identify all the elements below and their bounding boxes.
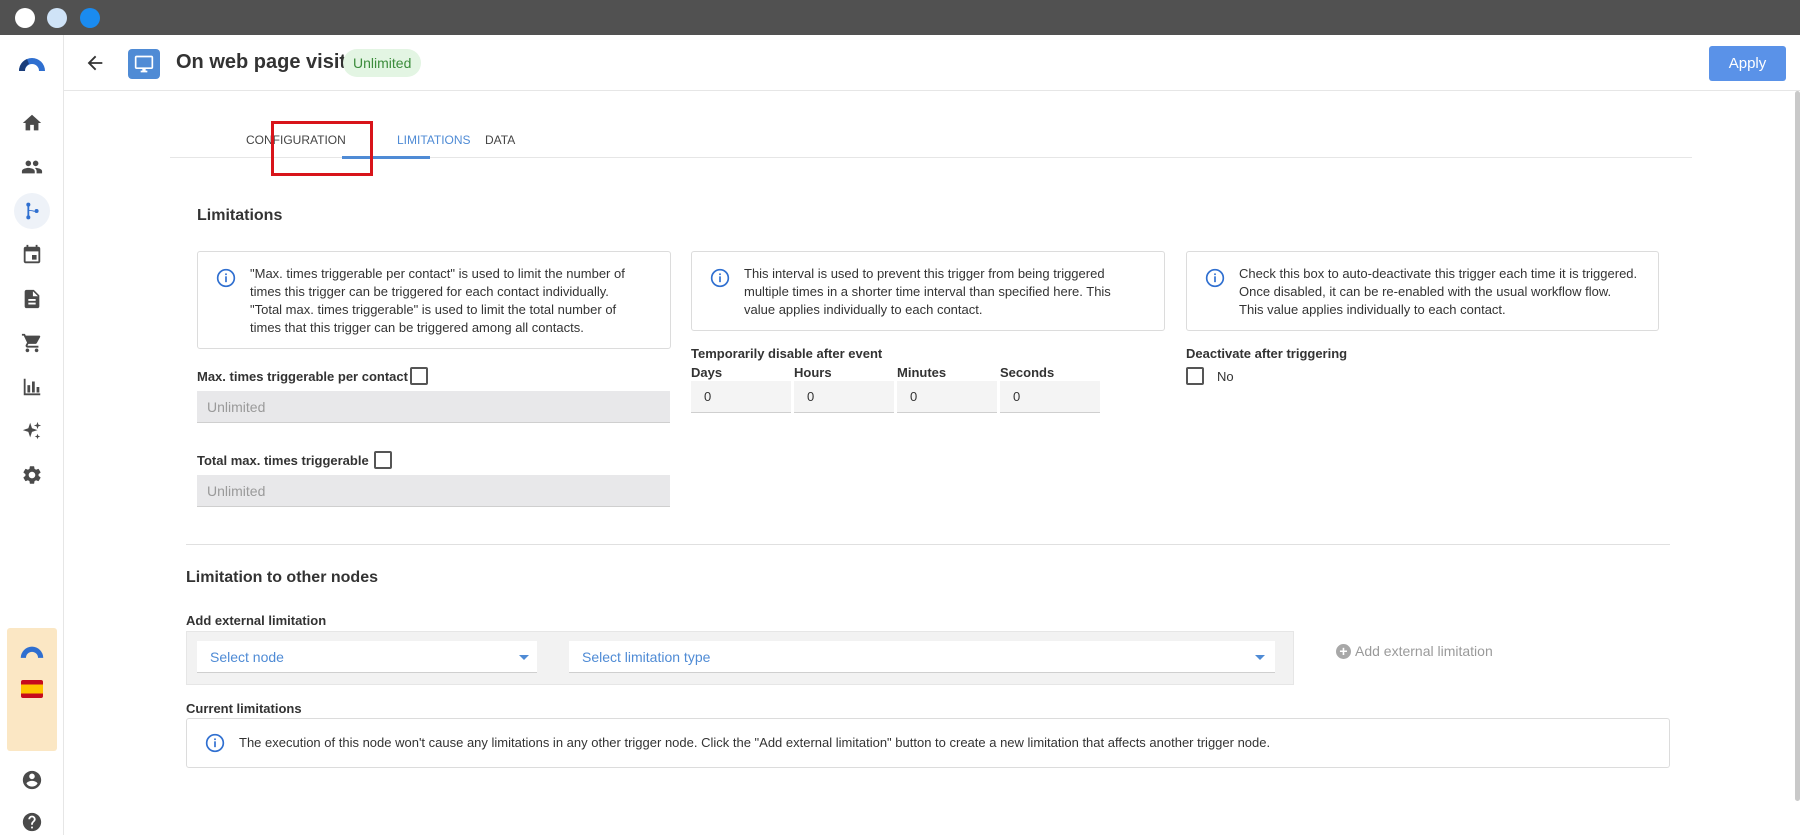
other-nodes-title: Limitation to other nodes [186,569,378,586]
sidebar-item-ai[interactable] [14,413,50,449]
max-per-contact-label: Max. times triggerable per contact [197,369,408,384]
add-external-limitation-label: Add external limitation [1355,643,1493,659]
node-type-badge [128,49,160,79]
info-icon [1205,268,1225,288]
contacts-icon [21,160,43,174]
section-divider [186,544,1670,545]
total-max-checkbox[interactable] [374,451,392,469]
minutes-label: Minutes [897,365,947,380]
info-text-max-times: "Max. times triggerable per contact" is … [250,266,625,335]
main-content: CONFIGURATION LIMITATIONS DATA Limitatio… [64,91,1800,835]
hours-label: Hours [794,365,832,380]
select-node-dropdown[interactable]: Select node [197,641,537,673]
sidebar-item-reports[interactable] [14,369,50,405]
spain-flag-icon[interactable] [21,680,43,698]
deactivate-checkbox[interactable] [1186,367,1204,385]
tab-limitations[interactable]: LIMITATIONS [397,133,471,147]
sidebar-item-settings[interactable] [14,457,50,493]
calendar-icon [23,244,41,264]
external-limitation-group: Select node Select limitation type [186,631,1294,685]
seconds-input[interactable]: 0 [1000,381,1100,413]
left-sidebar [0,35,64,835]
window-title-bar [0,0,1800,35]
minutes-input[interactable]: 0 [897,381,997,413]
current-limitations-label: Current limitations [186,701,302,716]
window-minimize-button[interactable] [47,8,67,28]
page-header: On web page visit Unlimited Apply [64,35,1800,91]
current-limitations-text: The execution of this node won't cause a… [239,735,1271,750]
select-node-value: Select node [210,649,284,665]
gear-icon [23,466,41,484]
chart-icon [23,378,41,396]
vertical-scrollbar[interactable] [1795,91,1800,801]
plus-circle-icon: + [1336,643,1351,659]
chevron-down-icon [519,655,529,660]
info-box-interval: This interval is used to prevent this tr… [691,251,1165,331]
back-arrow-icon[interactable] [84,52,106,74]
sidebar-item-calendar[interactable] [14,237,50,273]
sparkle-icon [22,421,42,440]
temp-disable-label: Temporarily disable after event [691,346,883,361]
current-limitations-box: The execution of this node won't cause a… [186,718,1670,768]
info-icon [205,733,225,753]
days-label: Days [691,365,723,380]
seconds-label: Seconds [1000,365,1055,380]
window-close-button[interactable] [15,8,35,28]
sidebar-item-workflows[interactable] [14,193,50,229]
tab-bar: CONFIGURATION LIMITATIONS DATA [170,121,1692,159]
info-text-deactivate: Check this box to auto-deactivate this t… [1239,266,1638,317]
tab-data[interactable]: DATA [485,133,515,147]
tab-highlight-box [271,121,373,176]
status-badge: Unlimited [343,49,422,77]
brand-mini-logo-icon [20,646,44,658]
workflow-icon [26,202,39,220]
add-external-label: Add external limitation [186,613,327,628]
app-logo-icon[interactable] [17,53,47,73]
promo-panel[interactable] [7,628,57,751]
select-type-dropdown[interactable]: Select limitation type [569,641,1275,673]
monitor-icon [134,55,154,73]
info-text-interval: This interval is used to prevent this tr… [744,266,1111,317]
total-max-label: Total max. times triggerable [197,453,369,468]
total-max-input: Unlimited [197,475,670,507]
sidebar-item-account[interactable] [14,762,50,798]
sidebar-item-home[interactable] [14,105,50,141]
info-icon [216,268,236,288]
max-per-contact-checkbox[interactable] [410,367,428,385]
info-box-deactivate: Check this box to auto-deactivate this t… [1186,251,1659,331]
sidebar-item-help[interactable] [14,804,50,835]
add-external-limitation-button[interactable]: + Add external limitation [1336,643,1493,659]
sidebar-item-contacts[interactable] [14,149,50,185]
info-icon [710,268,730,288]
document-icon [24,289,40,309]
window-maximize-button[interactable] [80,8,100,28]
deactivate-value: No [1217,369,1234,384]
deactivate-label: Deactivate after triggering [1186,346,1348,361]
sidebar-item-shop[interactable] [14,325,50,361]
help-icon [22,812,42,832]
sidebar-item-documents[interactable] [14,281,50,317]
limitations-title: Limitations [197,207,283,224]
info-box-max-times: "Max. times triggerable per contact" is … [197,251,671,349]
days-input[interactable]: 0 [691,381,791,413]
cart-icon [21,333,41,353]
apply-button[interactable]: Apply [1709,46,1786,81]
account-icon [22,770,42,790]
max-per-contact-input: Unlimited [197,391,670,423]
page-title: On web page visit [176,51,347,73]
chevron-down-icon [1255,655,1265,660]
hours-input[interactable]: 0 [794,381,894,413]
select-type-value: Select limitation type [582,649,711,665]
home-icon [22,114,42,131]
